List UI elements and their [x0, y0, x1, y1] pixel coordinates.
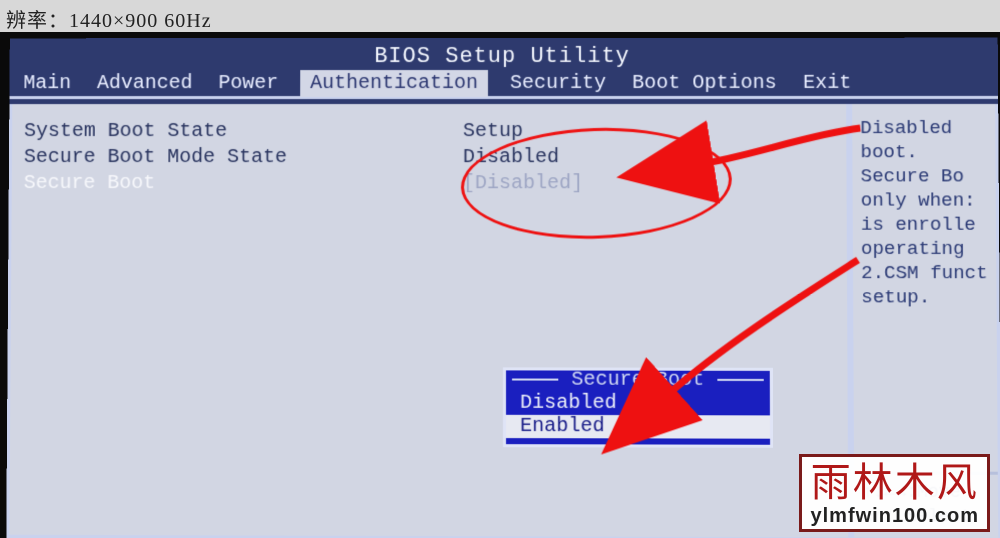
monitor-info-bar: 辨率：1440×900 60Hz: [0, 0, 1000, 32]
tab-exit[interactable]: Exit: [799, 70, 855, 97]
bios-main-panel: System Boot StateSetupSecure Boot Mode S…: [6, 104, 851, 538]
setting-row-secure-boot[interactable]: Secure Boot[Disabled]: [24, 170, 827, 196]
setting-row-system-boot-state[interactable]: System Boot StateSetup: [24, 118, 826, 144]
tab-boot-options[interactable]: Boot Options: [628, 70, 781, 97]
popup-option-disabled[interactable]: Disabled: [506, 392, 770, 416]
setting-label: System Boot State: [24, 120, 463, 143]
help-text: Disabled boot. Secure Bo only when: is e…: [860, 116, 991, 466]
watermark-en: ylmfwin100.com: [810, 505, 979, 527]
setting-label: Secure Boot Mode State: [24, 146, 463, 169]
bios-title: BIOS Setup Utility: [10, 38, 998, 71]
setting-label: Secure Boot: [24, 172, 463, 195]
tab-security[interactable]: Security: [506, 70, 610, 97]
watermark: 雨林木风 ylmfwin100.com: [799, 454, 990, 532]
secure-boot-value: [Disabled]: [463, 172, 583, 195]
popup-option-enabled[interactable]: Enabled: [506, 415, 770, 439]
bios-tab-bar[interactable]: Main Advanced Power Authentication Security B…: [9, 71, 998, 99]
setting-value: Setup: [463, 120, 523, 143]
watermark-cn: 雨林木风: [810, 461, 979, 505]
setting-value: Disabled: [463, 146, 559, 169]
setting-row-secure-boot-mode-state[interactable]: Secure Boot Mode StateDisabled: [24, 144, 827, 170]
secure-boot-popup[interactable]: Secure Boot DisabledEnabled: [503, 367, 773, 447]
popup-title: Secure Boot: [506, 368, 770, 392]
tab-authentication[interactable]: Authentication: [300, 70, 488, 97]
tab-advanced[interactable]: Advanced: [93, 70, 197, 97]
tab-power[interactable]: Power: [214, 70, 282, 97]
tab-main[interactable]: Main: [19, 70, 75, 97]
